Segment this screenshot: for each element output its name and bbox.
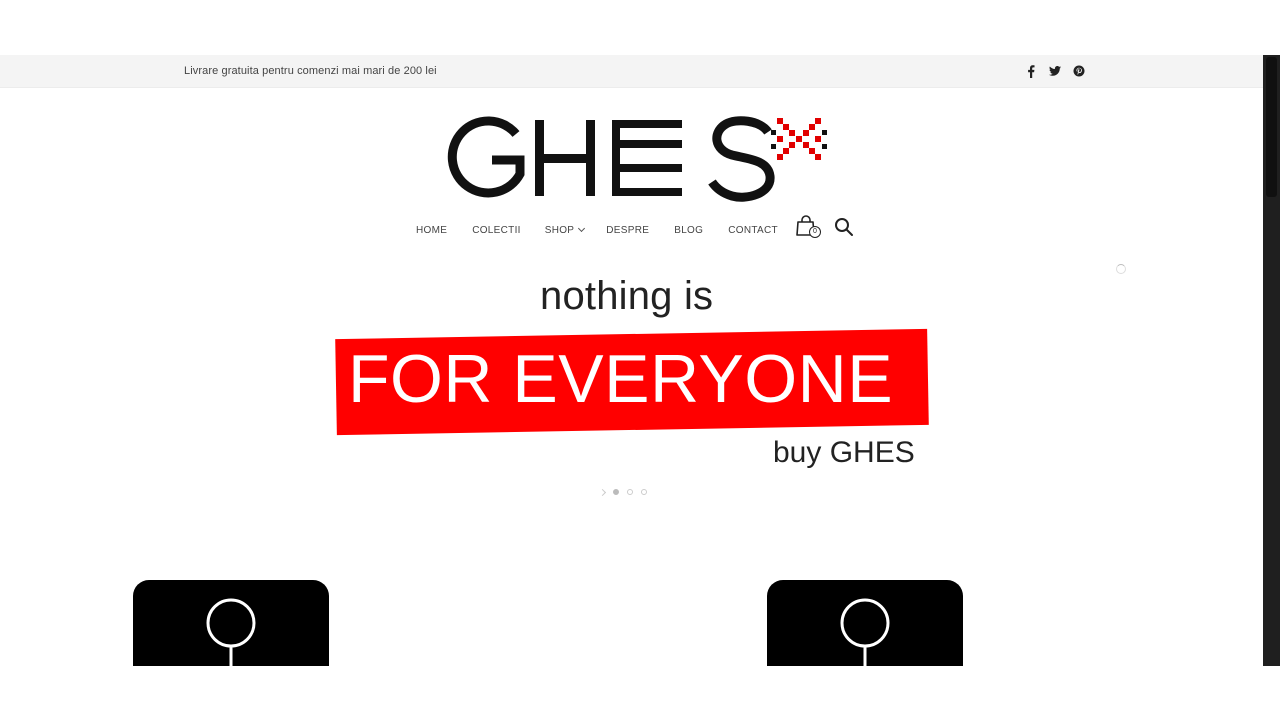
pinterest-icon[interactable] <box>1072 63 1086 79</box>
hero-line-2: FOR EVERYONE <box>348 341 894 417</box>
nav-item-label: HOME <box>416 224 448 236</box>
slider-dot-3[interactable] <box>641 489 647 495</box>
loading-spinner-icon <box>1116 264 1126 274</box>
cart-count-badge: 0 <box>809 226 821 238</box>
search-button[interactable] <box>834 217 854 237</box>
cart-button[interactable]: 0 <box>796 215 824 241</box>
slider-dot-1[interactable] <box>613 489 619 495</box>
slider-pagination <box>598 488 647 496</box>
nav-item-blog[interactable]: BLOG <box>674 225 703 236</box>
scrollbar-thumb[interactable] <box>1266 57 1277 197</box>
nav-item-colectii[interactable]: COLECTII <box>472 225 521 236</box>
chevron-down-icon <box>578 224 586 233</box>
product-card[interactable] <box>767 580 963 666</box>
hero-line-3: buy GHES <box>773 436 915 469</box>
slider-dot-2[interactable] <box>627 489 633 495</box>
nav-item-label: DESPRE <box>606 224 650 236</box>
product-card[interactable] <box>133 580 329 666</box>
scrollbar[interactable] <box>1263 55 1280 666</box>
twitter-icon[interactable] <box>1048 63 1062 79</box>
page: Livrare gratuita pentru comenzi mai mari… <box>0 0 1280 720</box>
nav-item-label: CONTACT <box>728 224 778 236</box>
nav-item-label: COLECTII <box>472 224 521 236</box>
ghes-logo[interactable] <box>440 112 840 207</box>
facebook-icon[interactable] <box>1024 63 1038 79</box>
slider-prev-arrow-icon[interactable] <box>598 488 607 496</box>
hero-line-1: nothing is <box>540 274 714 318</box>
nav-item-despre[interactable]: DESPRE <box>606 225 649 236</box>
social-links <box>1024 63 1086 79</box>
main-nav: HOME COLECTII SHOP DESPRE BLOG CONTACT <box>416 223 778 237</box>
pendant-icon <box>840 598 890 666</box>
search-icon <box>835 218 853 236</box>
nav-item-contact[interactable]: CONTACT <box>728 225 778 236</box>
shipping-promo-text: Livrare gratuita pentru comenzi mai mari… <box>184 65 437 77</box>
nav-item-label: BLOG <box>674 224 704 236</box>
top-bar: Livrare gratuita pentru comenzi mai mari… <box>0 55 1263 88</box>
nav-item-home[interactable]: HOME <box>416 225 447 236</box>
nav-item-label: SHOP <box>544 224 575 236</box>
pendant-icon <box>206 598 256 666</box>
nav-item-shop[interactable]: SHOP <box>544 224 586 236</box>
